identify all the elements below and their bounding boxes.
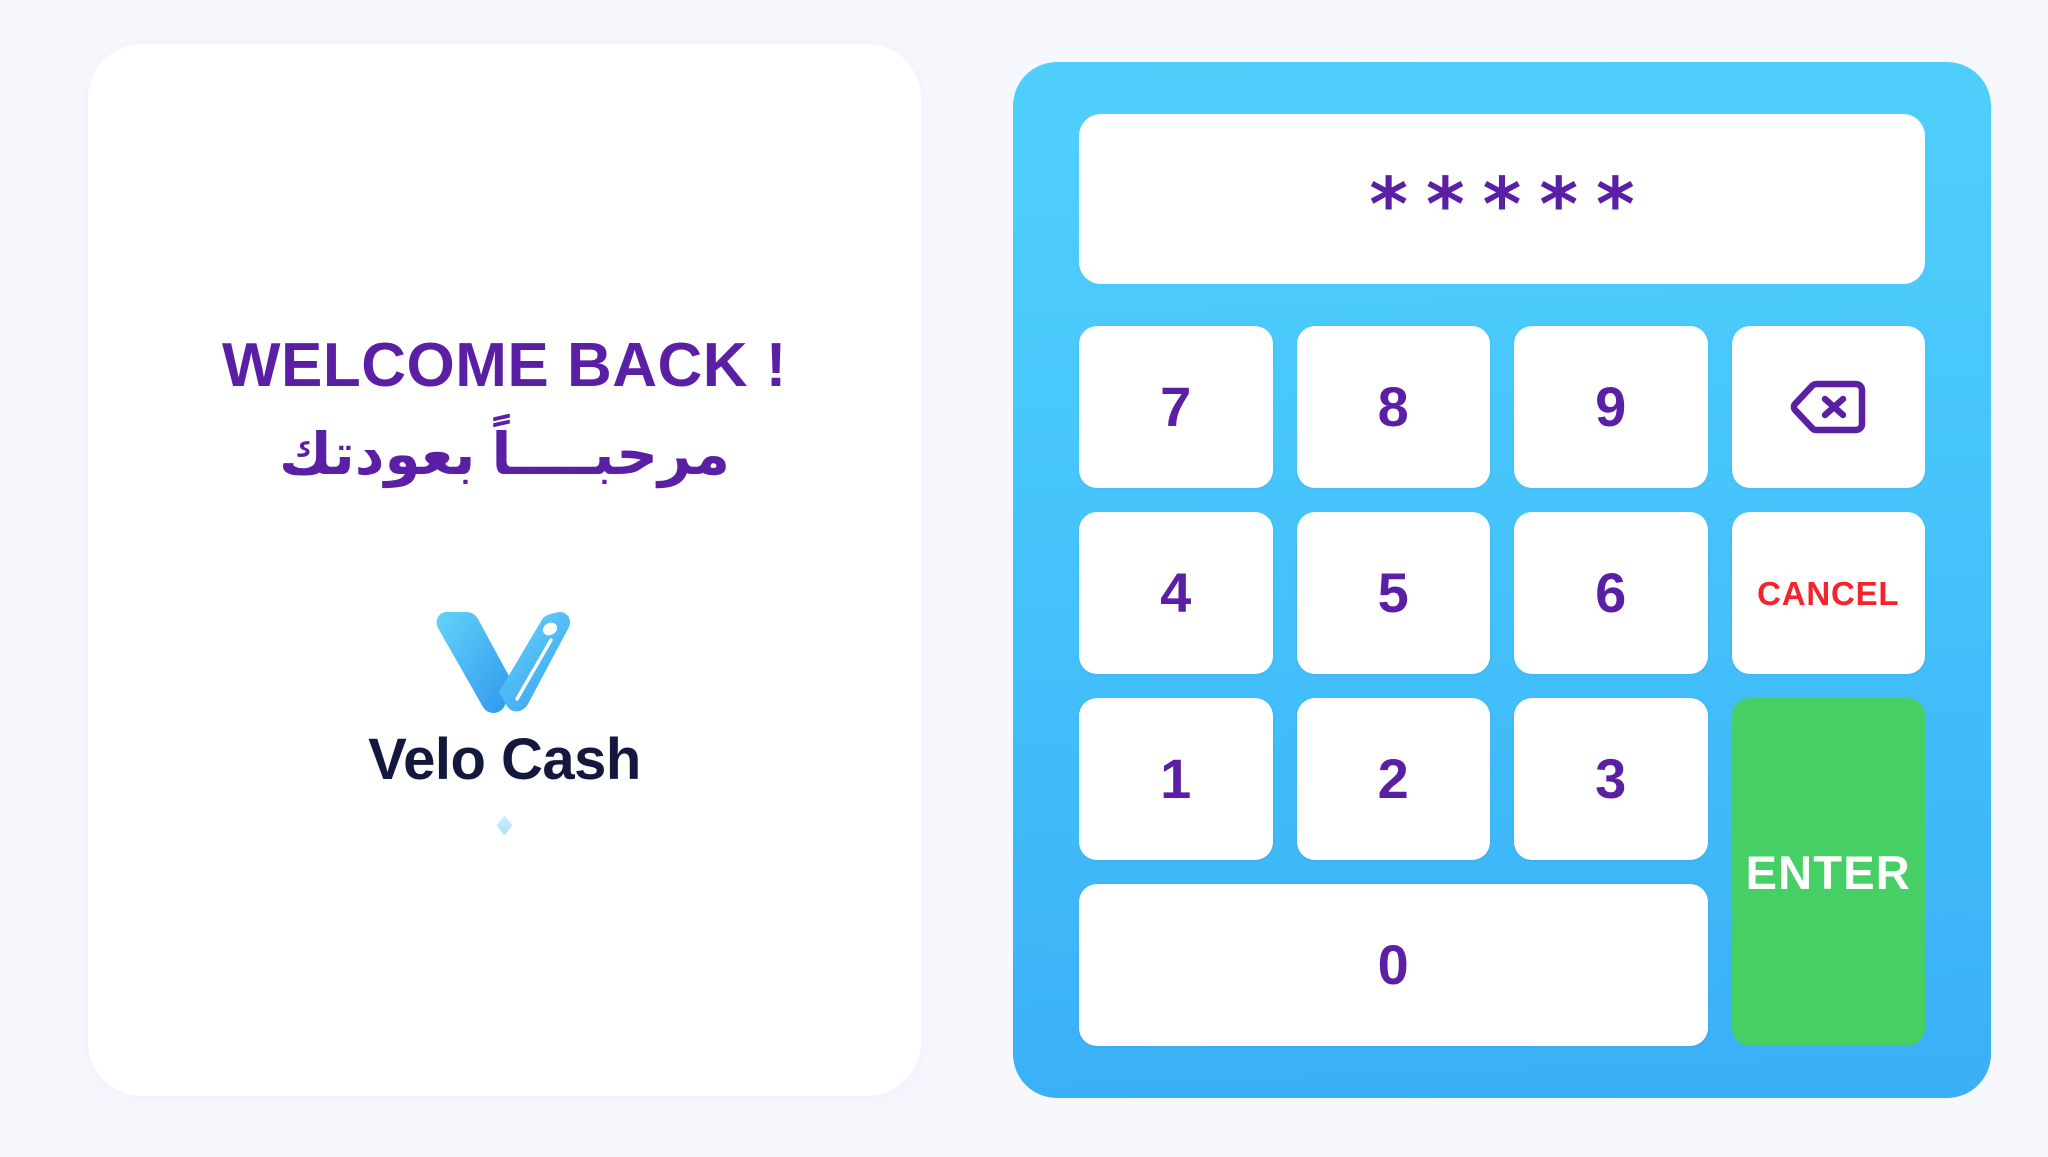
backspace-icon: [1789, 378, 1867, 436]
key-7[interactable]: 7: [1079, 326, 1273, 488]
pin-entry-screen: WELCOME BACK ! مرحبــــاً بعودتك Velo Ca…: [0, 0, 2048, 1157]
welcome-content: WELCOME BACK ! مرحبــــاً بعودتك Velo Ca…: [88, 333, 921, 836]
key-enter[interactable]: ENTER: [1731, 698, 1925, 1046]
pin-keypad-panel: ***** 7 8 9 4 5 6 CANCEL 1 2 3 ENTER 0: [1013, 62, 1991, 1098]
key-4[interactable]: 4: [1079, 512, 1273, 674]
key-9[interactable]: 9: [1514, 326, 1708, 488]
key-8[interactable]: 8: [1296, 326, 1490, 488]
key-backspace[interactable]: [1731, 326, 1925, 488]
keypad-grid: 7 8 9 4 5 6 CANCEL 1 2 3 ENTER 0: [1079, 326, 1925, 1046]
key-label: 3: [1595, 747, 1627, 810]
key-label: 8: [1377, 375, 1409, 438]
brand-name: Velo Cash: [368, 727, 641, 793]
welcome-title-arabic: مرحبــــاً بعودتك: [278, 421, 731, 487]
welcome-title-english: WELCOME BACK !: [222, 330, 787, 400]
pin-masked-value: *****: [1369, 162, 1653, 248]
sparkle-icon: [496, 815, 513, 836]
key-cancel[interactable]: CANCEL: [1731, 512, 1925, 674]
welcome-card: WELCOME BACK ! مرحبــــاً بعودتك Velo Ca…: [88, 44, 921, 1096]
key-label: 0: [1377, 933, 1409, 996]
key-label: 7: [1160, 375, 1192, 438]
pin-display[interactable]: *****: [1079, 114, 1925, 284]
key-1[interactable]: 1: [1079, 698, 1273, 860]
key-3[interactable]: 3: [1514, 698, 1708, 860]
key-6[interactable]: 6: [1514, 512, 1708, 674]
enter-label: ENTER: [1745, 845, 1911, 899]
key-5[interactable]: 5: [1296, 512, 1490, 674]
key-label: 2: [1377, 747, 1409, 810]
key-label: 1: [1160, 747, 1192, 810]
velo-v-wallet-icon: [433, 607, 575, 715]
cancel-label: CANCEL: [1757, 574, 1900, 612]
key-label: 4: [1160, 561, 1192, 624]
brand-lockup: Velo Cash: [368, 607, 641, 836]
key-label: 6: [1595, 561, 1627, 624]
key-0[interactable]: 0: [1079, 884, 1708, 1046]
key-label: 9: [1595, 375, 1627, 438]
key-label: 5: [1377, 561, 1409, 624]
key-2[interactable]: 2: [1296, 698, 1490, 860]
